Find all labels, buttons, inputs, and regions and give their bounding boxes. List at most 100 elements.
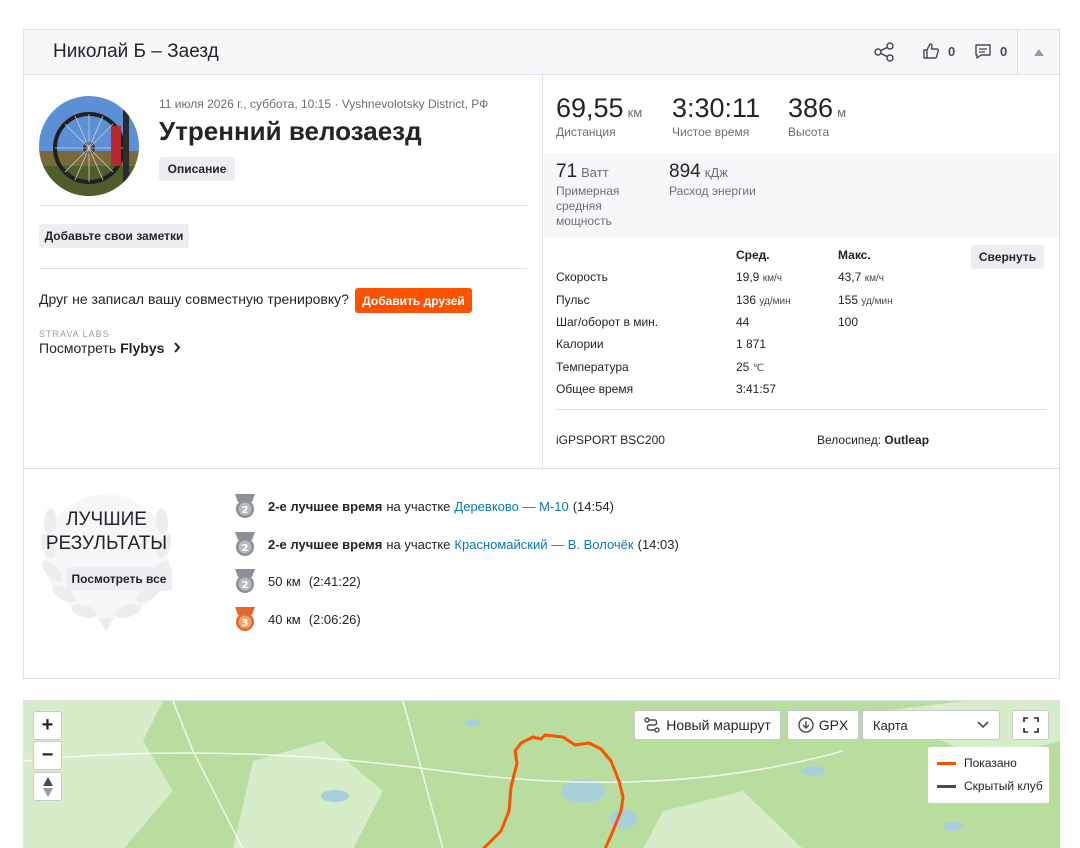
col-header-max: Макс. bbox=[838, 248, 871, 262]
bike-label: Велосипед: bbox=[817, 433, 882, 447]
row-label: Шаг/оборот в мин. bbox=[556, 315, 659, 329]
svg-text:2: 2 bbox=[242, 505, 249, 516]
power-label-line1: Примерная bbox=[556, 184, 620, 198]
table-row: Шаг/оборот в мин. 44 100 bbox=[556, 315, 1046, 337]
divider bbox=[39, 268, 527, 269]
add-friends-button[interactable]: Добавить друзей bbox=[355, 288, 472, 313]
result-time: (14:03) bbox=[637, 536, 679, 552]
result-text: на участке bbox=[386, 536, 451, 552]
map-legend: Показано Скрытый клуб bbox=[928, 747, 1049, 803]
add-notes-button[interactable]: Добавьте свои заметки bbox=[39, 224, 189, 248]
table-row: Скорость 19,9 км/ч 43,7 км/ч bbox=[556, 270, 1046, 292]
new-route-button[interactable]: Новый маршрут bbox=[634, 710, 781, 740]
stat-energy: 894 кДж Расход энергии bbox=[669, 161, 756, 198]
result-rank: 2-е лучшее время bbox=[268, 536, 383, 552]
results-title-line2: РЕЗУЛЬТАТЫ bbox=[45, 533, 168, 554]
result-item: 2 2-е лучшее время на участке Красномайс… bbox=[234, 532, 679, 556]
row-label: Температура bbox=[556, 360, 629, 374]
fullscreen-button[interactable] bbox=[1012, 710, 1049, 740]
best-results: ЛУЧШИЕ РЕЗУЛЬТАТЫ Посмотреть все 2 2-е л… bbox=[24, 468, 1059, 678]
view-all-results-button[interactable]: Посмотреть все bbox=[66, 567, 172, 591]
result-time: (14:54) bbox=[572, 498, 614, 514]
stat-moving-time: 3:30:11 Чистое время bbox=[672, 93, 760, 139]
table-row: Температура 25 ℃ bbox=[556, 360, 1046, 382]
distance-label: Дистанция bbox=[556, 125, 616, 139]
svg-text:3: 3 bbox=[242, 618, 249, 629]
activity-map[interactable]: + − Новый маршрут GPX Карта Показано Скр… bbox=[23, 700, 1060, 848]
activity-header: Николай Б – Заезд 0 0 bbox=[24, 30, 1059, 75]
comments-button[interactable]: 0 bbox=[974, 42, 1007, 60]
energy-label: Расход энергии bbox=[669, 184, 756, 198]
comments-count: 0 bbox=[1000, 43, 1008, 59]
row-label: Общее время bbox=[556, 382, 634, 396]
col-header-avg: Сред. bbox=[736, 248, 770, 262]
avg-unit: ℃ bbox=[752, 363, 764, 374]
description-button[interactable]: Описание bbox=[159, 157, 235, 181]
segment-link[interactable]: Деревково — М-10 bbox=[454, 499, 568, 514]
bronze-medal-icon: 3 bbox=[235, 607, 255, 631]
table-row: Общее время 3:41:57 bbox=[556, 382, 1046, 404]
share-button[interactable] bbox=[873, 42, 895, 62]
row-avg: 136 уд/мин bbox=[736, 293, 791, 307]
results-title-line1: ЛУЧШИЕ bbox=[66, 509, 147, 530]
zoom-in-button[interactable]: + bbox=[33, 711, 62, 740]
gpx-download-button[interactable]: GPX bbox=[787, 710, 859, 740]
table-row: Калории 1 871 bbox=[556, 337, 1046, 359]
fullscreen-icon bbox=[1022, 717, 1039, 733]
divider bbox=[556, 409, 1046, 410]
avg-value: 136 bbox=[736, 293, 757, 307]
zoom-out-button[interactable]: − bbox=[33, 741, 62, 770]
bike-name[interactable]: Outleap bbox=[884, 433, 929, 447]
stat-distance: 69,55 км Дистанция bbox=[556, 93, 642, 139]
strava-labs-label: STRAVA LABS bbox=[39, 329, 110, 339]
silver-medal-icon: 2 bbox=[235, 532, 255, 556]
power-value: 71 bbox=[556, 161, 578, 182]
result-item: 3 40 км (2:06:26) bbox=[234, 607, 361, 631]
max-value: 155 bbox=[838, 293, 859, 307]
divider bbox=[39, 205, 527, 206]
laurel-wreath-icon bbox=[40, 494, 172, 631]
legend-item-hidden: Скрытый клуб bbox=[937, 779, 1043, 793]
row-max: 100 bbox=[838, 315, 859, 329]
max-unit: уд/мин bbox=[861, 296, 893, 307]
chevron-right-icon bbox=[174, 342, 181, 353]
kudos-button[interactable]: 0 bbox=[922, 42, 955, 60]
result-item: 2 50 км (2:41:22) bbox=[234, 569, 361, 593]
compass-icon bbox=[42, 776, 53, 797]
collapse-stats-button[interactable]: Свернуть bbox=[971, 245, 1044, 269]
power-unit: Ватт bbox=[581, 165, 609, 180]
collapse-header-button[interactable] bbox=[1017, 30, 1059, 74]
result-time: (2:06:26) bbox=[308, 611, 361, 627]
segment-link[interactable]: Красномайский — В. Волочёк bbox=[454, 537, 633, 552]
avg-unit: уд/мин bbox=[759, 296, 791, 307]
svg-text:2: 2 bbox=[242, 543, 249, 554]
results-title: ЛУЧШИЕ РЕЗУЛЬТАТЫ bbox=[39, 508, 174, 556]
caret-up-icon bbox=[1033, 48, 1044, 56]
legend-label: Скрытый клуб bbox=[964, 779, 1043, 793]
row-avg: 25 ℃ bbox=[736, 360, 764, 374]
bike-photo bbox=[39, 96, 139, 196]
result-text: на участке bbox=[386, 498, 451, 514]
distance-unit: км bbox=[627, 105, 643, 120]
route-icon bbox=[644, 717, 660, 733]
moving-time-label: Чистое время bbox=[672, 125, 750, 139]
energy-value: 894 bbox=[669, 161, 701, 182]
activity-location: Vyshnevolotsky District, РФ bbox=[341, 97, 489, 111]
stat-elevation: 386 м Высота bbox=[788, 93, 846, 139]
max-value: 43,7 bbox=[838, 270, 862, 284]
flybys-link[interactable]: Посмотреть Flybys bbox=[39, 340, 182, 356]
result-text: 40 км bbox=[268, 611, 301, 627]
bike-info: Велосипед: Outleap bbox=[817, 433, 929, 447]
share-icon bbox=[874, 42, 894, 62]
legend-item-shown: Показано bbox=[937, 756, 1017, 770]
svg-text:2: 2 bbox=[242, 580, 249, 591]
comment-icon bbox=[975, 44, 991, 59]
activity-date: 11 июля 2026 г., суббота, 10:15 · Vyshne… bbox=[159, 97, 489, 111]
map-type-select[interactable]: Карта bbox=[862, 710, 1000, 740]
moving-time-value: 3:30:11 bbox=[672, 93, 761, 123]
row-label: Скорость bbox=[556, 270, 608, 284]
table-row: Пульс 136 уд/мин 155 уд/мин bbox=[556, 293, 1046, 315]
map-type-value: Карта bbox=[873, 717, 908, 733]
athlete-avatar[interactable] bbox=[39, 96, 139, 196]
compass-button[interactable] bbox=[33, 772, 62, 801]
